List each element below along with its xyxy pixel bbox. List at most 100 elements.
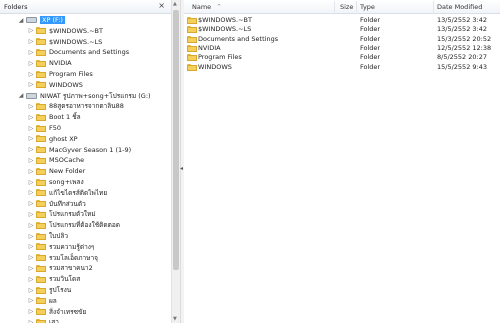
file-name: $WINDOWS.~BT [198,16,252,24]
tree-folder-item[interactable]: ▷ รวมวินโดส [27,274,81,284]
tree-item-label: บันทึกส่วนตัว [49,199,86,208]
folder-icon [36,200,46,208]
expand-arrow-icon[interactable]: ▷ [27,125,35,132]
tree-drive-item[interactable]: ◢ NIWAT รูปภาพ+song+โปรแกรม (G:) [17,91,151,101]
expand-arrow-icon[interactable]: ▷ [27,38,35,45]
tree-item-label: เสา [49,318,59,323]
expand-arrow-icon[interactable]: ▷ [27,189,35,196]
file-type: Folder [360,34,381,43]
tree-folder-item[interactable]: ▷ ใบปลิว [27,231,68,241]
scrollbar-thumb[interactable] [173,10,179,270]
tree-folder-item[interactable]: ▷ $WINDOWS.~BT [27,26,103,36]
tree-folder-item[interactable]: ▷ รวมความรู้ต่างๆ [27,242,95,252]
expand-arrow-icon[interactable]: ▷ [27,276,35,283]
tree-folder-item[interactable]: ▷ แก้ไขไดรส์ติดไพไทย [27,188,107,198]
tree-item-label: Boot 1 ชิ้ล [49,113,81,122]
folder-icon [36,243,46,251]
expand-arrow-icon[interactable]: ▷ [27,168,35,175]
expand-arrow-icon[interactable]: ▷ [27,265,35,272]
expand-arrow-icon[interactable]: ▷ [27,103,35,110]
scroll-up-icon[interactable]: ▲ [173,1,177,7]
tree-folder-item[interactable]: ▷ รวมโลเอ็ดภาษาจุ [27,253,98,263]
collapse-arrow-icon[interactable]: ◢ [17,17,25,24]
expand-arrow-icon[interactable]: ▷ [27,157,35,164]
column-separator[interactable] [356,1,357,12]
tree-folder-item[interactable]: ▷ Documents and Settings [27,47,129,57]
expand-arrow-icon[interactable]: ▷ [27,222,35,229]
collapse-arrow-icon[interactable]: ◢ [17,92,25,99]
tree-folder-item[interactable]: ▷ NVIDIA [27,58,72,68]
folder-icon [36,232,46,240]
expand-arrow-icon[interactable]: ▷ [27,146,35,153]
expand-arrow-icon[interactable]: ▷ [27,179,35,186]
folder-icon [187,63,197,71]
tree-folder-item[interactable]: ▷ รูปโรงน [27,285,72,295]
tree-folder-item[interactable]: ▷ $WINDOWS.~LS [27,37,103,47]
folder-icon [36,189,46,197]
column-separator[interactable] [334,1,335,12]
tree-folder-item[interactable]: ▷ สิ่งจำเทรซขัย [27,307,87,317]
expand-arrow-icon[interactable]: ▷ [27,211,35,218]
tree-folder-item[interactable]: ▷ Program Files [27,69,93,79]
tree-folder-item[interactable]: ▷ เสา [27,317,59,323]
tree-scrollbar[interactable]: ▲ ▼ [171,0,180,323]
tree-folder-item[interactable]: ▷ โปรแกรมตัวใหม่ [27,209,96,219]
tree-folder-item[interactable]: ▷ 88สูตรอาหารจากตาลิน88 [27,101,124,111]
expand-arrow-icon[interactable]: ▷ [27,254,35,261]
folder-icon [36,275,46,283]
expand-arrow-icon[interactable]: ▷ [27,71,35,78]
column-header-size[interactable]: Size [340,3,353,11]
folder-icon [36,221,46,229]
expand-arrow-icon[interactable]: ▷ [27,233,35,240]
folder-icon [36,48,46,56]
tree-folder-item[interactable]: ▷ WINDOWS [27,80,83,90]
file-date-modified: 8/5/2552 20:27 [437,53,487,62]
expand-arrow-icon[interactable]: ▷ [27,243,35,250]
tree-folder-item[interactable]: ▷ บันทึกส่วนตัว [27,199,86,209]
file-name: Documents and Settings [198,34,279,43]
expand-arrow-icon[interactable]: ▷ [27,319,35,323]
folder-icon [36,286,46,294]
scroll-down-icon[interactable]: ▼ [173,316,177,322]
file-type: Folder [360,53,381,62]
expand-arrow-icon[interactable]: ▷ [27,60,35,67]
tree-item-label: ใบปลิว [49,232,69,240]
tree-folder-item[interactable]: ▷ รวมสาขาคนา2 [27,263,93,273]
file-list-row[interactable]: WINDOWS Folder 15/5/2552 9:43 [184,62,500,72]
column-header-name[interactable]: Name [192,3,211,11]
expand-arrow-icon[interactable]: ▷ [27,81,35,88]
tree-item-label: ghost XP [49,134,78,143]
column-header-bar: Name ^ Size Type Date Modified [184,0,500,14]
expand-arrow-icon[interactable]: ▷ [27,114,35,121]
tree-folder-item[interactable]: ▷ F50 [27,123,61,133]
tree-folder-item[interactable]: ▷ MSOCache [27,155,84,165]
tree-folder-item[interactable]: ▷ song+เพลง [27,177,84,187]
folder-icon [36,135,46,143]
expand-arrow-icon[interactable]: ▷ [27,27,35,34]
expand-arrow-icon[interactable]: ▷ [27,308,35,315]
expand-arrow-icon[interactable]: ▷ [27,287,35,294]
tree-folder-item[interactable]: ▷ New Folder [27,166,86,176]
tree-folder-item[interactable]: ▷ โปรแกรมที่ต้องใช้ติดตอด [27,220,120,230]
explorer-window: Folders × ◢ XP (F:) ▷ $WINDOWS.~BT ▷ $WINDOWS… [0,0,500,323]
tree-drive-item[interactable]: ◢ XP (F:) [17,15,65,25]
column-header-date-modified[interactable]: Date Modified [437,3,482,11]
column-separator[interactable] [433,1,434,12]
folder-tree: ◢ XP (F:) ▷ $WINDOWS.~BT ▷ $WINDOWS.~LS ▷ Docum… [0,14,171,323]
column-header-type[interactable]: Type [360,3,375,11]
tree-folder-item[interactable]: ▷ ghost XP [27,134,78,144]
splitter-grip-icon[interactable]: ◂ [180,165,183,172]
close-pane-icon[interactable]: × [158,1,165,10]
tree-folder-item[interactable]: ▷ MacGyver Season 1 (1-9) [27,145,132,155]
expand-arrow-icon[interactable]: ▷ [27,49,35,56]
folders-pane-title: Folders [4,3,28,11]
folder-icon [36,167,46,175]
expand-arrow-icon[interactable]: ▷ [27,200,35,207]
file-type: Folder [360,25,381,34]
tree-folder-item[interactable]: ▷ ผล [27,296,57,306]
folder-icon [36,38,46,46]
expand-arrow-icon[interactable]: ▷ [27,297,35,304]
file-name: NVIDIA [198,43,221,52]
tree-folder-item[interactable]: ▷ Boot 1 ชิ้ล [27,112,81,122]
expand-arrow-icon[interactable]: ▷ [27,135,35,142]
